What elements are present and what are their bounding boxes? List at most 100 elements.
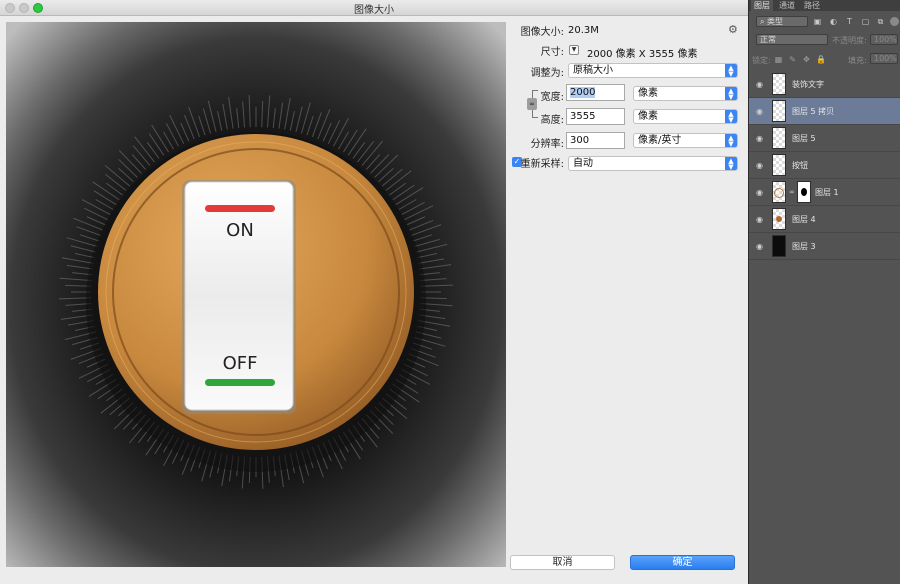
layer-thumbnail — [772, 235, 786, 257]
layer-row[interactable]: ◉ 装饰文字 — [749, 71, 900, 98]
opacity-input[interactable]: 100% — [870, 34, 898, 45]
layer-name: 图层 5 — [792, 134, 816, 143]
layer-mask-thumbnail[interactable] — [797, 181, 811, 203]
eye-icon[interactable]: ◉ — [755, 188, 764, 197]
select-arrows-icon: ▲ ▼ — [725, 110, 737, 124]
layer-thumbnail — [772, 181, 786, 203]
width-unit-select[interactable]: 像素 ▲ ▼ — [633, 86, 738, 101]
layer-row[interactable]: ◉ 图层 3 — [749, 233, 900, 260]
tab-layers[interactable]: 图层 — [751, 0, 773, 11]
tab-channels[interactable]: 通道 — [776, 0, 798, 11]
layer-name: 图层 5 拷贝 — [792, 107, 835, 116]
type-filter-icon[interactable]: T — [845, 17, 854, 26]
cancel-button[interactable]: 取消 — [510, 555, 615, 570]
resample-select[interactable]: 自动 ▲ ▼ — [568, 156, 738, 171]
adjustment-filter-icon[interactable]: ◐ — [829, 17, 838, 26]
chain-link-icon[interactable]: ∞ — [789, 188, 795, 196]
eye-icon[interactable]: ◉ — [755, 215, 764, 224]
fit-to-label: 调整为: — [530, 68, 564, 79]
layer-name: 图层 4 — [792, 215, 816, 224]
off-label: OFF — [223, 353, 258, 374]
shape-filter-icon[interactable]: ▢ — [861, 17, 870, 26]
eye-icon[interactable]: ◉ — [755, 80, 764, 89]
eye-icon[interactable]: ◉ — [755, 242, 764, 251]
select-arrows-icon: ▲ ▼ — [725, 87, 737, 101]
image-size-value: 20.3M — [568, 25, 599, 36]
lock-pixels-icon[interactable]: ✎ — [788, 55, 797, 64]
resample-value: 自动 — [573, 158, 593, 169]
width-unit-value: 像素 — [638, 88, 658, 99]
layer-name: 图层 3 — [792, 242, 816, 251]
dimensions-label: 尺寸: — [540, 47, 564, 58]
resolution-input[interactable]: 300 — [566, 132, 625, 149]
layer-filter-select[interactable]: ⌕ 类型 — [756, 16, 808, 27]
pixel-filter-icon[interactable]: ▣ — [813, 17, 822, 26]
layer-thumbnail — [772, 127, 786, 149]
image-preview[interactable]: ON OFF — [6, 22, 506, 567]
layer-name: 按钮 — [792, 161, 808, 170]
off-indicator — [205, 379, 275, 386]
image-size-dialog: 图像大小 ON OFF 图像大小: 20.3M ⚙ 尺寸: ▼ 2000 像素 … — [0, 0, 748, 584]
layer-name: 装饰文字 — [792, 80, 824, 89]
title-bar: 图像大小 — [0, 0, 748, 16]
fill-input[interactable]: 100% — [870, 53, 898, 64]
lock-position-icon[interactable]: ✥ — [802, 55, 811, 64]
width-input[interactable]: 2000 — [566, 84, 625, 101]
height-value: 3555 — [570, 111, 596, 122]
resample-label: 重新采样: — [520, 159, 564, 170]
on-indicator — [205, 205, 275, 212]
select-arrows-icon: ▲ ▼ — [725, 157, 737, 171]
height-unit-select[interactable]: 像素 ▲ ▼ — [633, 109, 738, 124]
dimensions-value: 2000 像素 X 3555 像素 — [587, 49, 698, 60]
layer-thumbnail — [772, 100, 786, 122]
gear-icon[interactable]: ⚙ — [728, 23, 738, 36]
fill-label: 填充: — [848, 56, 867, 65]
layers-panel: 图层 通道 路径 ⌕ 类型 ▣ ◐ T ▢ ⧉ 正常 不透明度: 100% 锁定… — [748, 0, 900, 584]
filter-toggle[interactable] — [890, 17, 899, 26]
select-arrows-icon: ▲ ▼ — [725, 134, 737, 148]
dialog-title: 图像大小 — [354, 5, 394, 16]
rocker-switch[interactable] — [184, 181, 294, 411]
lock-transparency-icon[interactable]: ▦ — [774, 55, 783, 64]
resolution-unit-value: 像素/英寸 — [638, 135, 682, 146]
lock-label: 锁定: — [752, 56, 771, 65]
opacity-value: 100% — [874, 35, 897, 44]
blend-mode-select[interactable]: 正常 — [756, 34, 828, 45]
layer-row[interactable]: ◉ 图层 5 — [749, 125, 900, 152]
lock-all-icon[interactable]: 🔒 — [816, 55, 826, 64]
height-unit-value: 像素 — [638, 111, 658, 122]
fit-to-value: 原稿大小 — [573, 65, 613, 76]
smart-object-filter-icon[interactable]: ⧉ — [876, 17, 885, 26]
layer-thumbnail — [772, 73, 786, 95]
height-input[interactable]: 3555 — [566, 108, 625, 125]
resolution-unit-select[interactable]: 像素/英寸 ▲ ▼ — [633, 133, 738, 148]
panel-tabs: 图层 通道 路径 — [749, 0, 900, 11]
resolution-value: 300 — [570, 135, 590, 146]
layer-filter-value: 类型 — [767, 17, 784, 26]
on-label: ON — [226, 220, 254, 241]
ok-button[interactable]: 确定 — [630, 555, 735, 570]
fit-to-select[interactable]: 原稿大小 ▲ ▼ — [568, 63, 738, 78]
eye-icon[interactable]: ◉ — [755, 161, 764, 170]
eye-icon[interactable]: ◉ — [755, 134, 764, 143]
tab-paths[interactable]: 路径 — [801, 0, 823, 11]
dimensions-unit-dropdown[interactable]: ▼ — [569, 45, 579, 55]
blend-mode-value: 正常 — [760, 35, 776, 44]
layer-row[interactable]: ◉ 图层 5 拷贝 — [749, 98, 900, 125]
width-value: 2000 — [570, 87, 596, 98]
fill-value: 100% — [874, 54, 897, 63]
eye-icon[interactable]: ◉ — [755, 107, 764, 116]
layer-name: 图层 1 — [815, 188, 839, 197]
search-icon: ⌕ — [760, 17, 765, 26]
layer-row[interactable]: ◉ ∞ 图层 1 — [749, 179, 900, 206]
select-arrows-icon: ▲ ▼ — [725, 64, 737, 78]
layer-thumbnail — [772, 154, 786, 176]
height-label: 高度: — [540, 115, 564, 126]
opacity-label: 不透明度: — [832, 36, 867, 45]
layer-row[interactable]: ◉ 按钮 — [749, 152, 900, 179]
width-label: 宽度: — [540, 92, 564, 103]
resolution-label: 分辨率: — [530, 139, 564, 150]
layer-row[interactable]: ◉ 图层 4 — [749, 206, 900, 233]
layer-thumbnail — [772, 208, 786, 230]
image-size-label: 图像大小: — [520, 27, 564, 38]
